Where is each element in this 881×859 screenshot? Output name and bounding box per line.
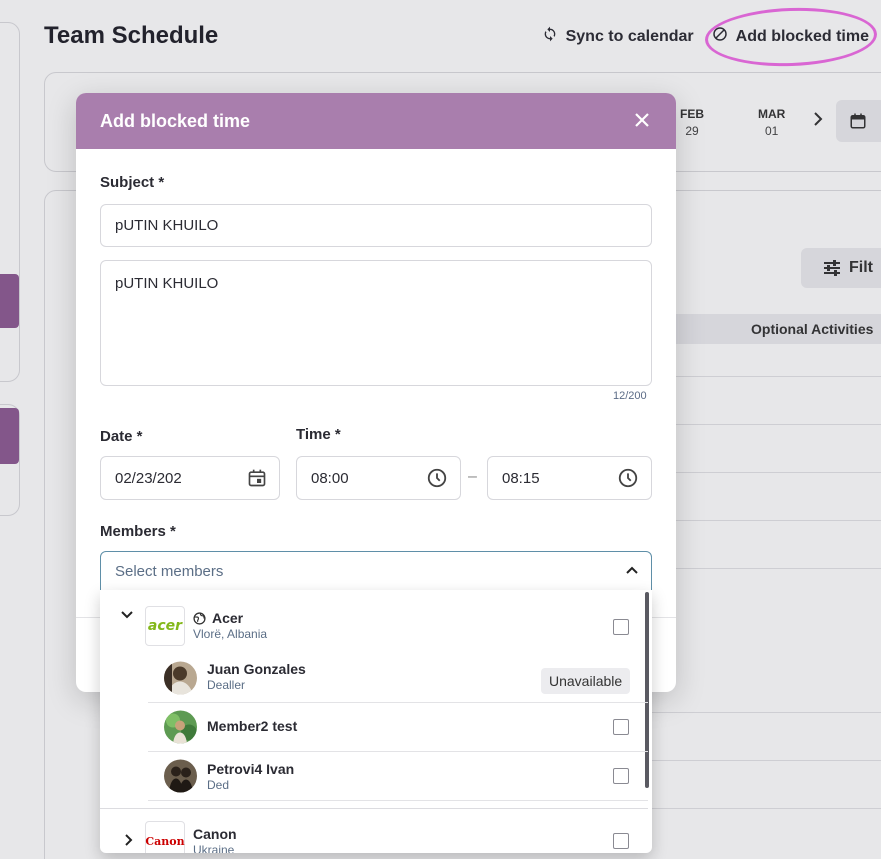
group-row-acer[interactable]: acer Acer Vlorë, Albania bbox=[100, 590, 648, 646]
globe-icon bbox=[193, 611, 206, 625]
time-to-input[interactable]: 08:15 bbox=[487, 456, 652, 500]
chevron-down-icon[interactable] bbox=[120, 608, 134, 627]
group-name: Acer bbox=[193, 610, 243, 626]
unavailable-badge: Unavailable bbox=[541, 668, 631, 694]
avatar bbox=[164, 710, 197, 744]
description-textarea[interactable]: pUTIN KHUILO bbox=[100, 260, 652, 386]
member-role: Dealler bbox=[207, 678, 246, 692]
close-icon bbox=[635, 113, 649, 127]
character-counter: 12/200 bbox=[613, 390, 647, 402]
member-name: Member2 test bbox=[207, 718, 298, 734]
member-checkbox[interactable] bbox=[613, 719, 629, 735]
member-checkbox[interactable] bbox=[613, 768, 629, 784]
calendar-icon[interactable] bbox=[247, 468, 267, 488]
modal-title: Add blocked time bbox=[100, 110, 251, 131]
time-to-value: 08:15 bbox=[502, 469, 540, 487]
member-row[interactable]: Juan Gonzales Dealler Unavailable bbox=[148, 654, 648, 703]
members-select[interactable]: Select members bbox=[100, 551, 652, 591]
group-location: Ukraine bbox=[193, 843, 235, 853]
chevron-up-icon[interactable] bbox=[625, 563, 639, 581]
date-label: Date * bbox=[100, 428, 143, 445]
group-checkbox[interactable] bbox=[613, 833, 629, 849]
member-name: Juan Gonzales bbox=[207, 661, 306, 677]
clock-icon[interactable] bbox=[426, 467, 448, 489]
group-location: Vlorë, Albania bbox=[193, 627, 268, 641]
close-button[interactable] bbox=[634, 110, 650, 132]
group-checkbox[interactable] bbox=[613, 619, 629, 635]
time-from-input[interactable]: 08:00 bbox=[296, 456, 461, 500]
member-row[interactable]: Petrovi4 Ivan Ded bbox=[148, 752, 648, 801]
time-label: Time * bbox=[296, 426, 341, 443]
members-label: Members * bbox=[100, 523, 176, 540]
members-placeholder: Select members bbox=[115, 562, 224, 580]
member-name: Petrovi4 Ivan bbox=[207, 761, 295, 777]
acer-logo: acer bbox=[145, 606, 185, 646]
canon-logo: Canon bbox=[145, 821, 185, 853]
time-from-value: 08:00 bbox=[311, 469, 349, 487]
date-value: 02/23/202 bbox=[115, 469, 182, 487]
canon-logo-text: Canon bbox=[145, 834, 185, 848]
group-row-canon[interactable]: Canon Canon Ukraine bbox=[100, 806, 648, 853]
subject-label: Subject * bbox=[100, 174, 165, 191]
time-separator: – bbox=[468, 468, 477, 485]
acer-logo-text: acer bbox=[147, 618, 183, 634]
avatar bbox=[164, 661, 197, 695]
group-name: Canon bbox=[193, 826, 237, 842]
member-role: Ded bbox=[207, 778, 230, 792]
date-input[interactable]: 02/23/202 bbox=[100, 456, 280, 500]
avatar bbox=[164, 759, 197, 793]
members-dropdown: acer Acer Vlorë, Albania Juan Gonzales D… bbox=[100, 590, 652, 853]
group-name-text: Acer bbox=[212, 610, 244, 626]
modal-header: Add blocked time bbox=[76, 93, 676, 149]
member-row[interactable]: Member2 test bbox=[148, 703, 648, 752]
clock-icon[interactable] bbox=[617, 467, 639, 489]
subject-input[interactable]: pUTIN KHUILO bbox=[100, 204, 652, 247]
chevron-right-icon[interactable] bbox=[122, 833, 136, 852]
